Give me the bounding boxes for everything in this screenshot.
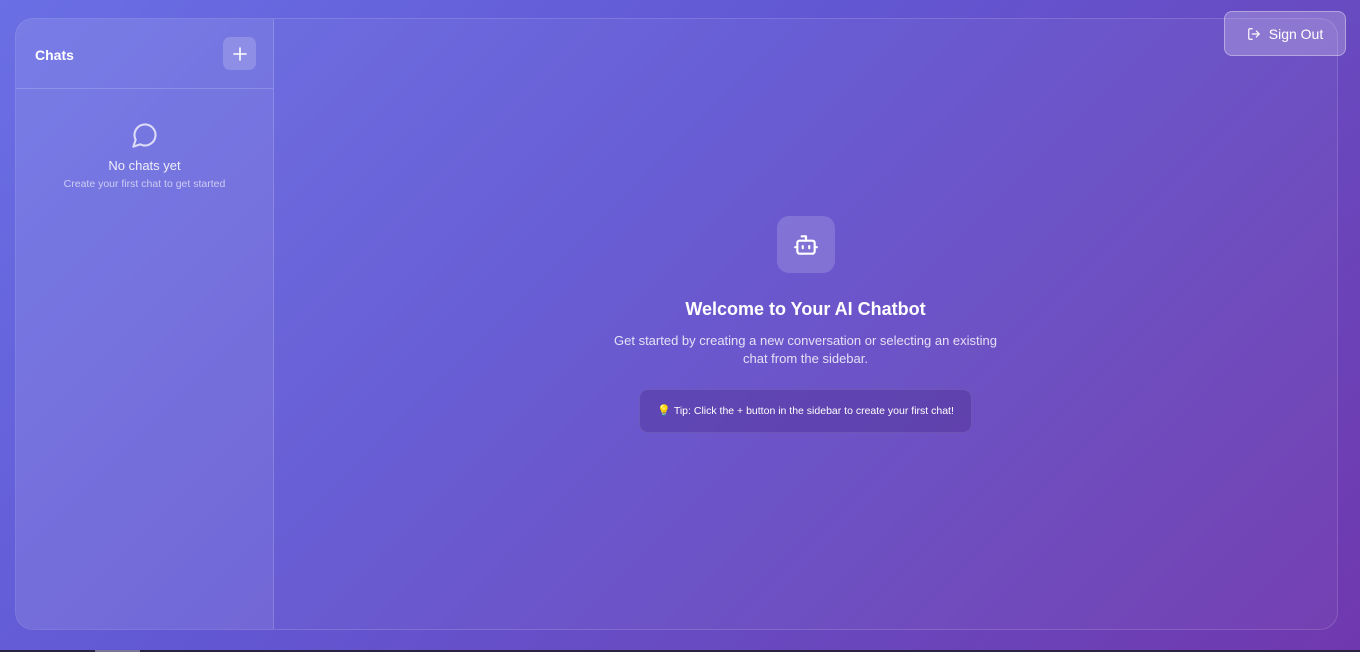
- empty-chats-state: No chats yet Create your first chat to g…: [16, 121, 273, 191]
- plus-icon: [232, 46, 247, 61]
- lightbulb-icon: 💡: [657, 404, 671, 417]
- tip-text: Tip: Click the + button in the sidebar t…: [673, 405, 954, 417]
- message-circle-icon: [131, 123, 157, 148]
- sign-out-button[interactable]: Sign Out: [1224, 11, 1346, 56]
- bot-icon: [793, 234, 818, 255]
- log-out-icon: [1247, 27, 1260, 40]
- app-shell: Chats No chats yet Create your first cha…: [15, 18, 1338, 630]
- new-chat-button[interactable]: [223, 37, 256, 70]
- sidebar: Chats No chats yet Create your first cha…: [16, 19, 274, 629]
- empty-chats-title: No chats yet: [108, 158, 181, 173]
- welcome-section: Welcome to Your AI Chatbot Get started b…: [274, 216, 1337, 433]
- sidebar-header: Chats: [16, 19, 273, 89]
- main-panel: Welcome to Your AI Chatbot Get started b…: [274, 19, 1337, 629]
- sign-out-label: Sign Out: [1268, 25, 1324, 42]
- welcome-title: Welcome to Your AI Chatbot: [685, 299, 926, 319]
- tip-box: 💡 Tip: Click the + button in the sidebar…: [639, 389, 972, 433]
- sidebar-title: Chats: [35, 47, 74, 63]
- empty-chats-subtitle: Create your first chat to get started: [63, 178, 226, 190]
- welcome-description: Get started by creating a new conversati…: [614, 333, 997, 366]
- bot-badge: [776, 216, 835, 273]
